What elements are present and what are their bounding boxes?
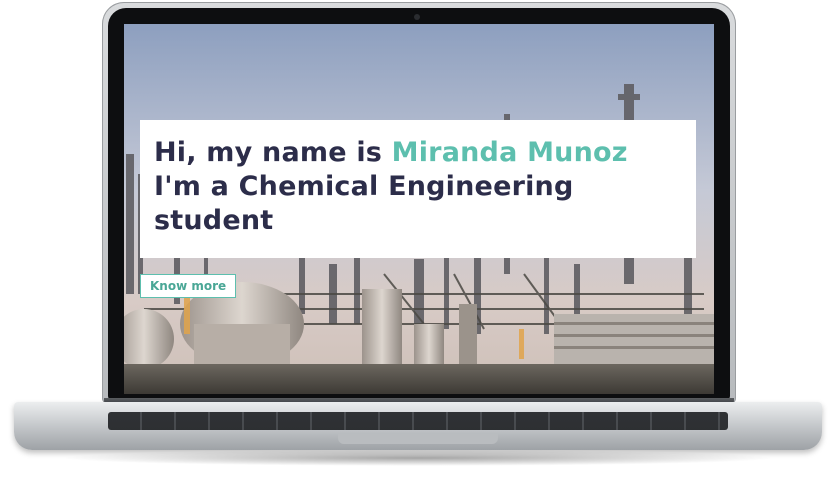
know-more-button[interactable]: Know more bbox=[140, 274, 237, 298]
laptop-trackpad-notch bbox=[338, 434, 498, 444]
laptop-keyboard bbox=[108, 412, 728, 430]
laptop-mockup: Hi, my name is Miranda Munoz I'm a Chemi… bbox=[0, 0, 836, 478]
greeting-prefix: Hi, my name is bbox=[154, 137, 392, 168]
hero-heading: Hi, my name is Miranda Munoz I'm a Chemi… bbox=[154, 136, 684, 238]
hero-name: Miranda Munoz bbox=[391, 137, 628, 168]
hero-card: Hi, my name is Miranda Munoz I'm a Chemi… bbox=[140, 120, 696, 258]
laptop-screen: Hi, my name is Miranda Munoz I'm a Chemi… bbox=[124, 24, 714, 394]
webcam-icon bbox=[414, 14, 420, 20]
hero-line-3: student bbox=[154, 205, 274, 236]
laptop-shadow bbox=[60, 450, 776, 466]
hero-line-2: I'm a Chemical Engineering bbox=[154, 171, 574, 202]
